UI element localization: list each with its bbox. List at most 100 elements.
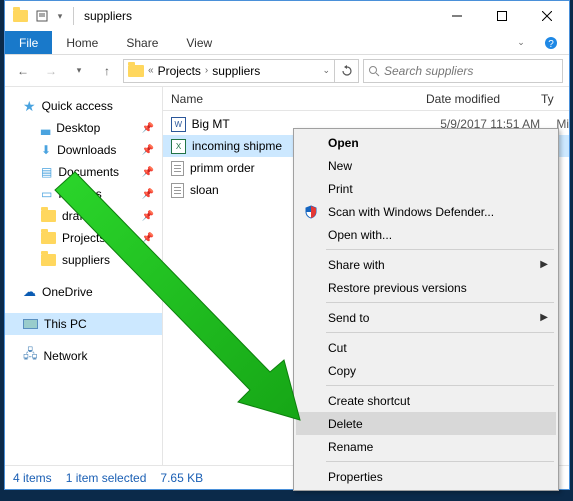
breadcrumb[interactable]: « Projects › suppliers ⌄	[123, 59, 335, 83]
nav-suppliers[interactable]: suppliers📌	[5, 249, 162, 271]
breadcrumb-item[interactable]: suppliers	[212, 64, 260, 78]
nav-label: Quick access	[42, 99, 113, 113]
context-menu: Open New Print Scan with Windows Defende…	[293, 128, 559, 491]
nav-recent-dropdown[interactable]: ▾	[67, 59, 91, 83]
nav-label: Network	[44, 349, 88, 363]
pc-icon	[23, 319, 38, 329]
chevron-right-icon: ▶	[540, 259, 548, 270]
folder-icon	[128, 65, 144, 77]
ctx-share-with[interactable]: Share with ▶	[296, 253, 556, 276]
nav-drafts[interactable]: drafts 📌	[5, 205, 162, 227]
svg-text:?: ?	[548, 39, 554, 50]
titlebar: ▾ suppliers	[5, 1, 569, 31]
ctx-create-shortcut[interactable]: Create shortcut	[296, 389, 556, 412]
breadcrumb-dropdown-icon[interactable]: ⌄	[322, 65, 330, 76]
nav-forward-button[interactable]: →	[39, 59, 63, 83]
excel-icon: X	[171, 139, 186, 154]
address-bar: ← → ▾ ↑ « Projects › suppliers ⌄ Search …	[5, 55, 569, 87]
column-date[interactable]: Date modified	[426, 92, 541, 106]
nav-desktop[interactable]: ▃Desktop📌	[5, 117, 162, 139]
ctx-open-with[interactable]: Open with...	[296, 223, 556, 246]
pin-icon: 📌	[142, 211, 154, 222]
nav-network[interactable]: 🖧 Network	[5, 345, 162, 367]
network-icon: 🖧	[23, 345, 38, 367]
search-placeholder: Search suppliers	[384, 64, 473, 78]
ctx-delete[interactable]: Delete	[296, 412, 556, 435]
maximize-button[interactable]	[479, 1, 524, 31]
word-icon: W	[171, 117, 186, 132]
ctx-send-to[interactable]: Send to ▶	[296, 306, 556, 329]
separator	[326, 461, 554, 462]
ctx-label: Scan with Windows Defender...	[328, 205, 494, 219]
folder-icon	[41, 232, 56, 244]
nav-label: This PC	[44, 317, 87, 331]
nav-this-pc[interactable]: This PC	[5, 313, 162, 335]
nav-downloads[interactable]: ⬇ Downloads 📌	[5, 139, 162, 161]
folder-icon	[41, 254, 56, 266]
window-title: suppliers	[84, 9, 132, 23]
text-file-icon	[171, 161, 184, 176]
ctx-open[interactable]: Open	[296, 131, 556, 154]
ribbon-tab-view[interactable]: View	[172, 31, 226, 54]
ctx-rename[interactable]: Rename	[296, 435, 556, 458]
breadcrumb-prefix: «	[148, 65, 154, 76]
separator	[326, 385, 554, 386]
documents-icon: ▤	[41, 165, 52, 179]
qat-dropdown-icon[interactable]: ▾	[51, 7, 69, 25]
ctx-cut[interactable]: Cut	[296, 336, 556, 359]
chevron-right-icon: ›	[205, 65, 208, 76]
nav-label: drafts	[62, 209, 92, 223]
separator	[326, 332, 554, 333]
ctx-print[interactable]: Print	[296, 177, 556, 200]
column-name[interactable]: Name	[171, 92, 426, 106]
text-file-icon	[171, 183, 184, 198]
navigation-pane: ★ Quick access ▃Desktop📌 ⬇ Downloads 📌 ▤ Do…	[5, 87, 163, 465]
star-icon: ★	[23, 98, 36, 115]
pictures-icon: ▭	[41, 187, 52, 201]
nav-quick-access[interactable]: ★ Quick access	[5, 95, 162, 117]
pin-icon: 📌	[142, 145, 154, 156]
search-input[interactable]: Search suppliers	[363, 59, 563, 83]
breadcrumb-item[interactable]: Projects	[158, 64, 201, 78]
nav-label: OneDrive	[42, 285, 93, 299]
ctx-restore[interactable]: Restore previous versions	[296, 276, 556, 299]
help-icon[interactable]: ?	[539, 31, 563, 54]
ctx-label: Share with	[328, 258, 385, 272]
nav-onedrive[interactable]: ☁ OneDrive	[5, 281, 162, 303]
pin-icon: 📌	[142, 233, 154, 244]
ribbon-tab-home[interactable]: Home	[52, 31, 112, 54]
ctx-label: Send to	[328, 311, 369, 325]
chevron-right-icon: ▶	[540, 312, 548, 323]
ctx-copy[interactable]: Copy	[296, 359, 556, 382]
qat-properties-icon[interactable]	[33, 7, 51, 25]
folder-icon	[41, 210, 56, 222]
shield-icon	[302, 203, 320, 221]
nav-back-button[interactable]: ←	[11, 59, 35, 83]
pin-icon: 📌	[142, 255, 154, 266]
nav-documents[interactable]: ▤ Documents 📌	[5, 161, 162, 183]
separator	[73, 7, 74, 25]
ctx-new[interactable]: New	[296, 154, 556, 177]
column-headers: Name Date modified Ty	[163, 87, 569, 111]
minimize-button[interactable]	[434, 1, 479, 31]
nav-label: Pictures	[58, 187, 101, 201]
ribbon-tab-share[interactable]: Share	[112, 31, 172, 54]
ctx-properties[interactable]: Properties	[296, 465, 556, 488]
nav-label: Downloads	[57, 143, 116, 157]
nav-up-button[interactable]: ↑	[95, 59, 119, 83]
status-size: 7.65 KB	[160, 471, 203, 485]
nav-projects[interactable]: Projects 📌	[5, 227, 162, 249]
column-type[interactable]: Ty	[541, 92, 569, 106]
nav-pictures[interactable]: ▭Pictures📌	[5, 183, 162, 205]
pin-icon: 📌	[142, 167, 154, 178]
ribbon-file-tab[interactable]: File	[5, 31, 52, 54]
downloads-icon: ⬇	[41, 143, 51, 157]
ctx-defender[interactable]: Scan with Windows Defender...	[296, 200, 556, 223]
cloud-icon: ☁	[23, 284, 36, 300]
close-button[interactable]	[524, 1, 569, 31]
pin-icon: 📌	[142, 123, 154, 134]
nav-label: Documents	[58, 165, 119, 179]
ribbon-expand-icon[interactable]: ⌄	[509, 31, 533, 54]
refresh-button[interactable]	[335, 59, 359, 83]
nav-label: Projects	[62, 231, 105, 245]
